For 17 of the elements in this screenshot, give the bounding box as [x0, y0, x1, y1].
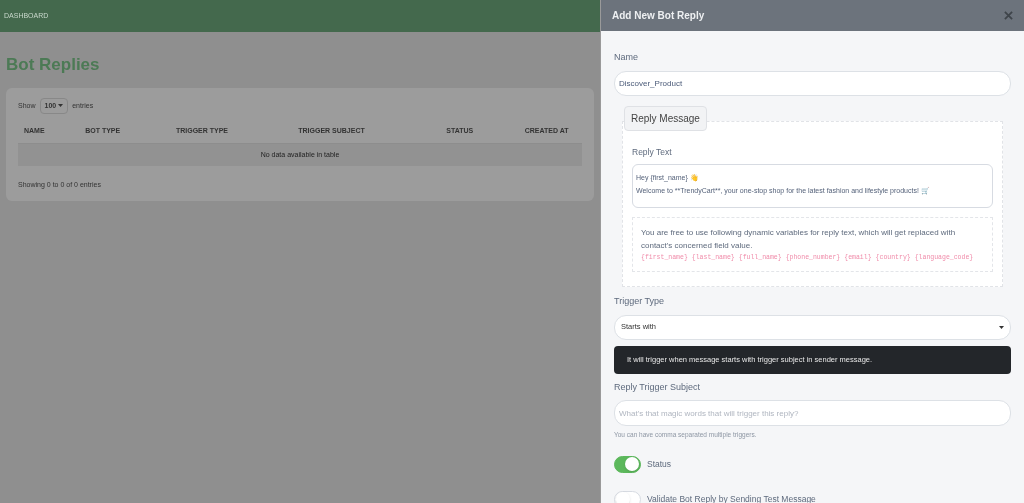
- section-legend: Reply Message: [624, 105, 707, 131]
- trigger-subject-field[interactable]: What's that magic words that will trigger this reply?: [614, 400, 1011, 426]
- caret-icon: [999, 325, 1004, 329]
- field-label: Reply Trigger Subject: [614, 380, 702, 394]
- caret-icon: [58, 104, 64, 108]
- field-label: Trigger Type: [614, 295, 666, 308]
- switch-label: Validate Bot Reply by Sending Test Message: [647, 492, 816, 503]
- toggle-switch[interactable]: [614, 455, 641, 473]
- variables-hint: You are free to use following dynamic variables for reply text, which will get replaced with contact's concerned field value.: [641, 227, 957, 253]
- page-title: Bot Replies: [6, 54, 101, 76]
- field-label: Name: [614, 51, 639, 64]
- close-icon[interactable]: [1004, 11, 1013, 20]
- panel-title: Add New Bot Reply: [612, 9, 705, 23]
- toggle-switch[interactable]: [614, 490, 641, 503]
- field-label: Reply Text: [632, 145, 673, 159]
- switch-label: Status: [647, 457, 672, 471]
- name-field[interactable]: Discover_Product: [614, 70, 1011, 96]
